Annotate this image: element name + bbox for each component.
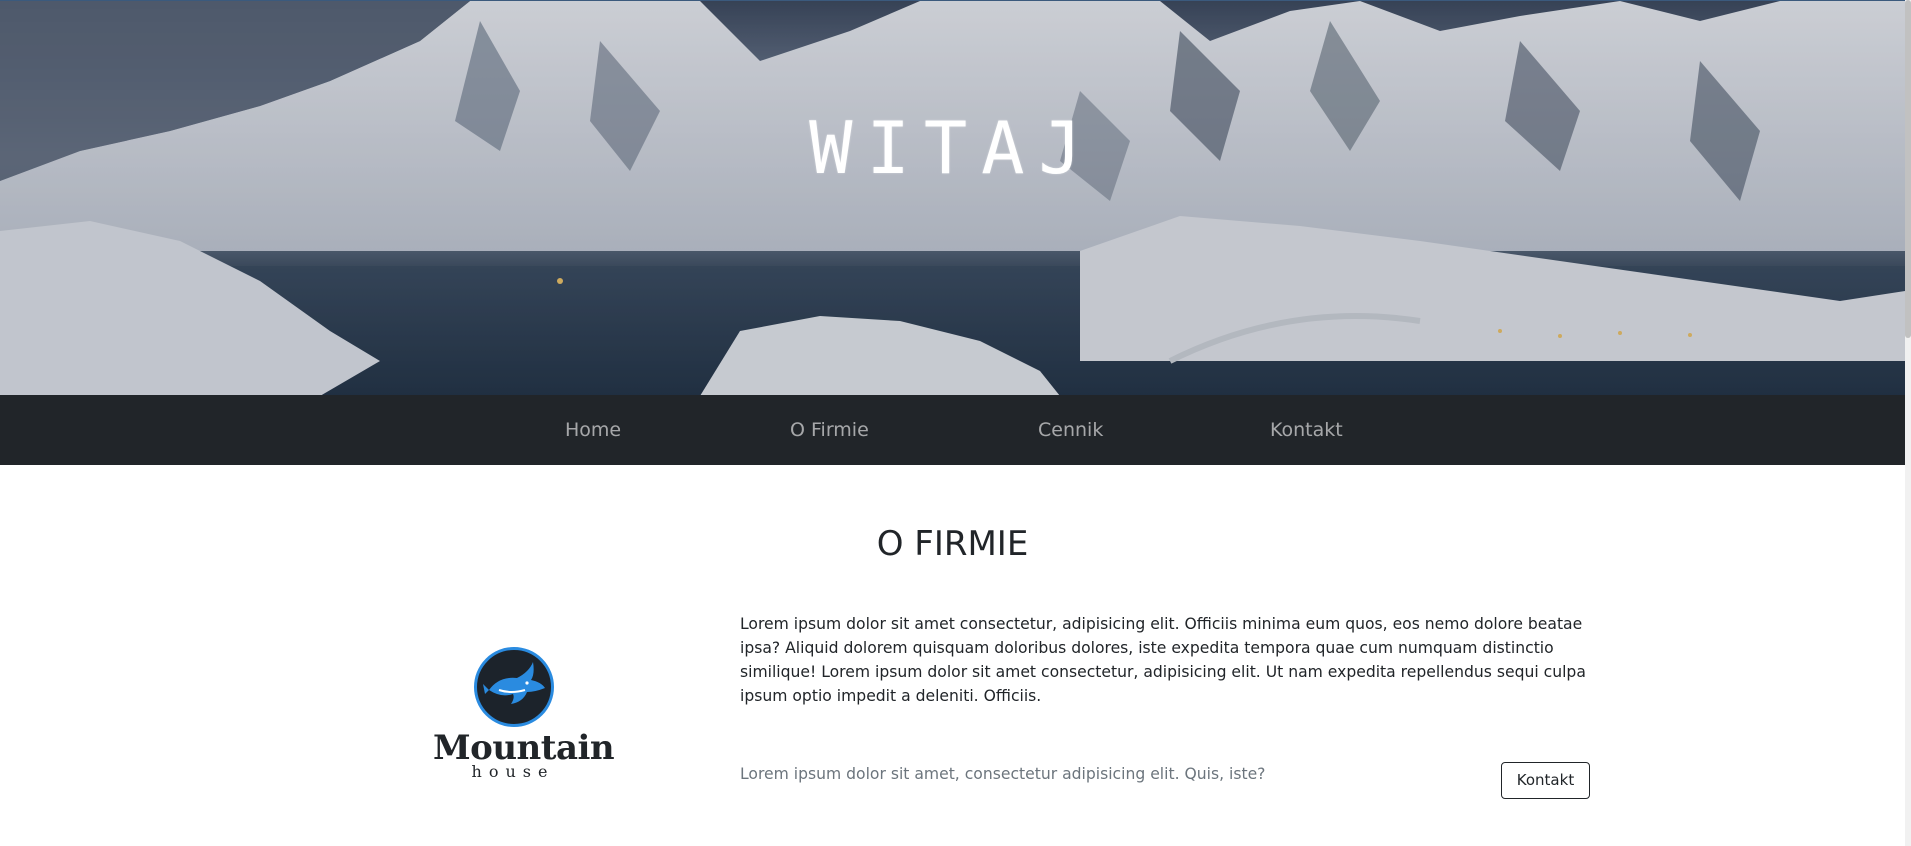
mountain-landscape-image [0, 1, 1905, 395]
logo-subtitle: house [471, 762, 555, 781]
main-navbar: Home O Firmie Cennik Kontakt [0, 395, 1905, 465]
page-scrollbar[interactable] [1905, 0, 1911, 846]
section-title: O FIRMIE [876, 524, 1029, 564]
shark-icon [483, 662, 545, 704]
nav-kontakt[interactable]: Kontakt [1270, 395, 1343, 465]
about-tagline: Lorem ipsum dolor sit amet, consectetur … [740, 765, 1266, 783]
logo-badge [474, 647, 554, 727]
nav-o-firmie[interactable]: O Firmie [790, 395, 869, 465]
nav-home[interactable]: Home [565, 395, 621, 465]
hero-title: WITAJ [809, 106, 1096, 190]
nav-cennik[interactable]: Cennik [1038, 395, 1103, 465]
page: WITAJ Home O Firmie Cennik Kontakt O FIR… [0, 0, 1905, 846]
hero-banner: WITAJ [0, 0, 1905, 395]
contact-button[interactable]: Kontakt [1501, 762, 1590, 799]
company-logo: Mountain house [433, 647, 615, 782]
scrollbar-thumb[interactable] [1905, 0, 1911, 338]
about-paragraph: Lorem ipsum dolor sit amet consectetur, … [740, 615, 1586, 705]
